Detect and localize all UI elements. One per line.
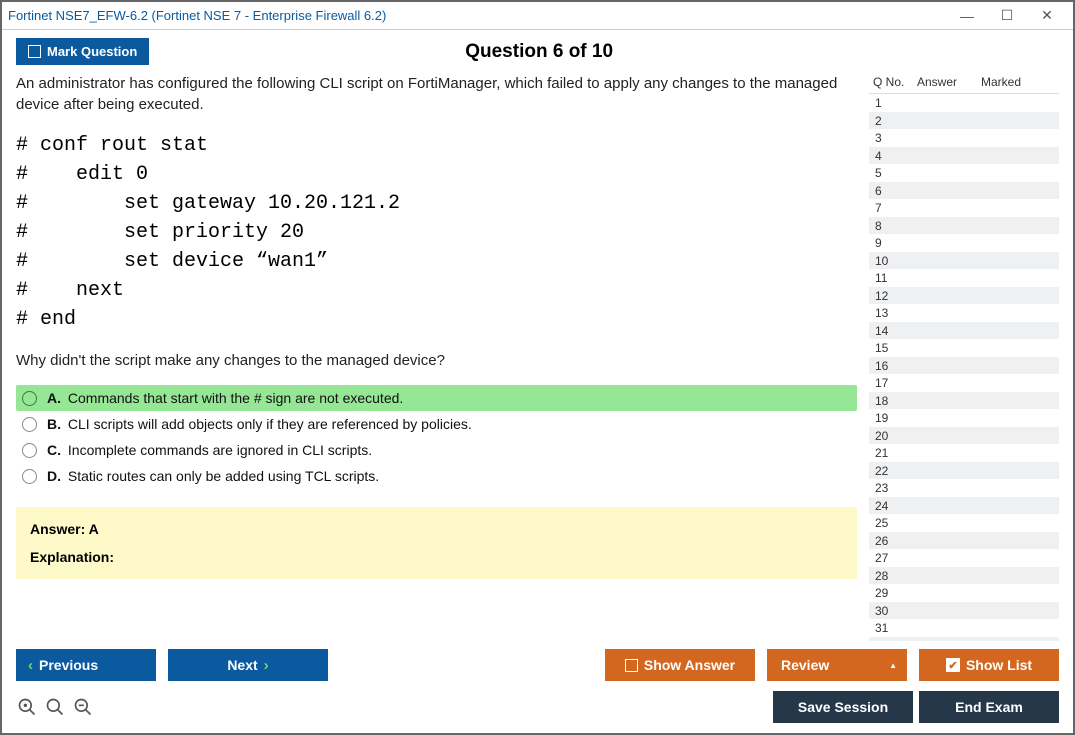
question-list-row[interactable]: 16 [869, 357, 1059, 375]
question-list-row[interactable]: 24 [869, 497, 1059, 515]
question-prompt: Why didn't the script make any changes t… [16, 352, 857, 369]
question-list-row[interactable]: 14 [869, 322, 1059, 340]
save-session-button[interactable]: Save Session [773, 691, 913, 723]
question-counter: Question 6 of 10 [149, 41, 929, 63]
radio-icon [22, 469, 37, 484]
show-list-button[interactable]: ✔ Show List [919, 649, 1059, 681]
cli-code-block: # conf rout stat # edit 0 # set gateway … [16, 131, 857, 334]
chevron-left-icon: ‹ [28, 657, 33, 674]
radio-icon [22, 391, 37, 406]
footer-row-primary: ‹ Previous Next › Show Answer Review ▲ ✔… [16, 649, 1059, 681]
option-row[interactable]: D. Static routes can only be added using… [16, 463, 857, 489]
footer-row-secondary: Save Session End Exam [16, 691, 1059, 723]
save-session-label: Save Session [798, 699, 888, 715]
radio-icon [22, 443, 37, 458]
question-list-row[interactable]: 19 [869, 409, 1059, 427]
app-window: Fortinet NSE7_EFW-6.2 (Fortinet NSE 7 - … [0, 0, 1075, 735]
question-list-row[interactable]: 23 [869, 479, 1059, 497]
review-label: Review [781, 657, 829, 673]
maximize-button[interactable]: ☐ [987, 4, 1027, 28]
zoom-in-icon[interactable] [44, 696, 66, 718]
question-list-row[interactable]: 2 [869, 112, 1059, 130]
question-intro: An administrator has configured the foll… [16, 73, 857, 115]
question-list-row[interactable]: 31 [869, 619, 1059, 637]
option-letter: C. [47, 442, 61, 458]
question-list-row[interactable]: 17 [869, 374, 1059, 392]
answer-panel: Answer: A Explanation: [16, 507, 857, 579]
check-icon: ✔ [946, 658, 960, 672]
minimize-button[interactable]: — [947, 4, 987, 28]
next-button[interactable]: Next › [168, 649, 328, 681]
answer-line: Answer: A [30, 521, 843, 537]
options-list: A. Commands that start with the # sign a… [16, 385, 857, 489]
checkbox-icon [28, 45, 41, 58]
col-marked: Marked [981, 75, 1059, 89]
option-letter: B. [47, 416, 61, 432]
explanation-line: Explanation: [30, 549, 843, 565]
radio-icon [22, 417, 37, 432]
show-answer-label: Show Answer [644, 657, 735, 673]
question-list-row[interactable]: 7 [869, 199, 1059, 217]
option-row[interactable]: B. CLI scripts will add objects only if … [16, 411, 857, 437]
main-area: An administrator has configured the foll… [2, 73, 1073, 641]
question-list-row[interactable]: 12 [869, 287, 1059, 305]
zoom-reset-icon[interactable] [16, 696, 38, 718]
review-button[interactable]: Review ▲ [767, 649, 907, 681]
option-text: A. Commands that start with the # sign a… [47, 390, 403, 406]
question-list-row[interactable]: 4 [869, 147, 1059, 165]
footer: ‹ Previous Next › Show Answer Review ▲ ✔… [2, 641, 1073, 733]
show-answer-button[interactable]: Show Answer [605, 649, 755, 681]
question-list-panel: Q No. Answer Marked 12345678910111213141… [869, 73, 1059, 641]
question-list-row[interactable]: 13 [869, 304, 1059, 322]
option-text: B. CLI scripts will add objects only if … [47, 416, 472, 432]
question-list-row[interactable]: 8 [869, 217, 1059, 235]
col-qno: Q No. [873, 75, 917, 89]
question-list-row[interactable]: 26 [869, 532, 1059, 550]
question-list-row[interactable]: 6 [869, 182, 1059, 200]
question-list-row[interactable]: 10 [869, 252, 1059, 270]
question-list-row[interactable]: 22 [869, 462, 1059, 480]
question-list-row[interactable]: 25 [869, 514, 1059, 532]
window-controls: — ☐ ✕ [947, 4, 1067, 28]
header-row: Mark Question Question 6 of 10 [2, 30, 1073, 73]
col-answer: Answer [917, 75, 981, 89]
window-title: Fortinet NSE7_EFW-6.2 (Fortinet NSE 7 - … [8, 8, 947, 23]
question-list-row[interactable]: 18 [869, 392, 1059, 410]
question-list-body[interactable]: 1234567891011121314151617181920212223242… [869, 93, 1059, 641]
chevron-right-icon: › [264, 657, 269, 674]
question-list-row[interactable]: 9 [869, 234, 1059, 252]
question-list-row[interactable]: 11 [869, 269, 1059, 287]
option-row[interactable]: A. Commands that start with the # sign a… [16, 385, 857, 411]
option-letter: D. [47, 468, 61, 484]
triangle-up-icon: ▲ [889, 661, 897, 670]
option-row[interactable]: C. Incomplete commands are ignored in CL… [16, 437, 857, 463]
mark-question-button[interactable]: Mark Question [16, 38, 149, 65]
zoom-out-icon[interactable] [72, 696, 94, 718]
question-content[interactable]: An administrator has configured the foll… [16, 73, 861, 641]
end-exam-label: End Exam [955, 699, 1023, 715]
next-label: Next [227, 657, 257, 673]
show-list-label: Show List [966, 657, 1032, 673]
question-list-row[interactable]: 29 [869, 584, 1059, 602]
question-list-header: Q No. Answer Marked [869, 73, 1059, 93]
previous-label: Previous [39, 657, 98, 673]
question-list-row[interactable]: 20 [869, 427, 1059, 445]
question-list-row[interactable]: 5 [869, 164, 1059, 182]
mark-question-label: Mark Question [47, 44, 137, 59]
question-list-row[interactable]: 15 [869, 339, 1059, 357]
question-list-row[interactable]: 1 [869, 94, 1059, 112]
option-letter: A. [47, 390, 61, 406]
option-text: D. Static routes can only be added using… [47, 468, 379, 484]
close-button[interactable]: ✕ [1027, 4, 1067, 28]
option-text: C. Incomplete commands are ignored in CL… [47, 442, 372, 458]
titlebar: Fortinet NSE7_EFW-6.2 (Fortinet NSE 7 - … [2, 2, 1073, 30]
question-list-row[interactable]: 27 [869, 549, 1059, 567]
question-list-row[interactable]: 21 [869, 444, 1059, 462]
end-exam-button[interactable]: End Exam [919, 691, 1059, 723]
question-list-row[interactable]: 28 [869, 567, 1059, 585]
question-list-row[interactable]: 3 [869, 129, 1059, 147]
checkbox-icon [625, 659, 638, 672]
question-list-row[interactable]: 30 [869, 602, 1059, 620]
previous-button[interactable]: ‹ Previous [16, 649, 156, 681]
